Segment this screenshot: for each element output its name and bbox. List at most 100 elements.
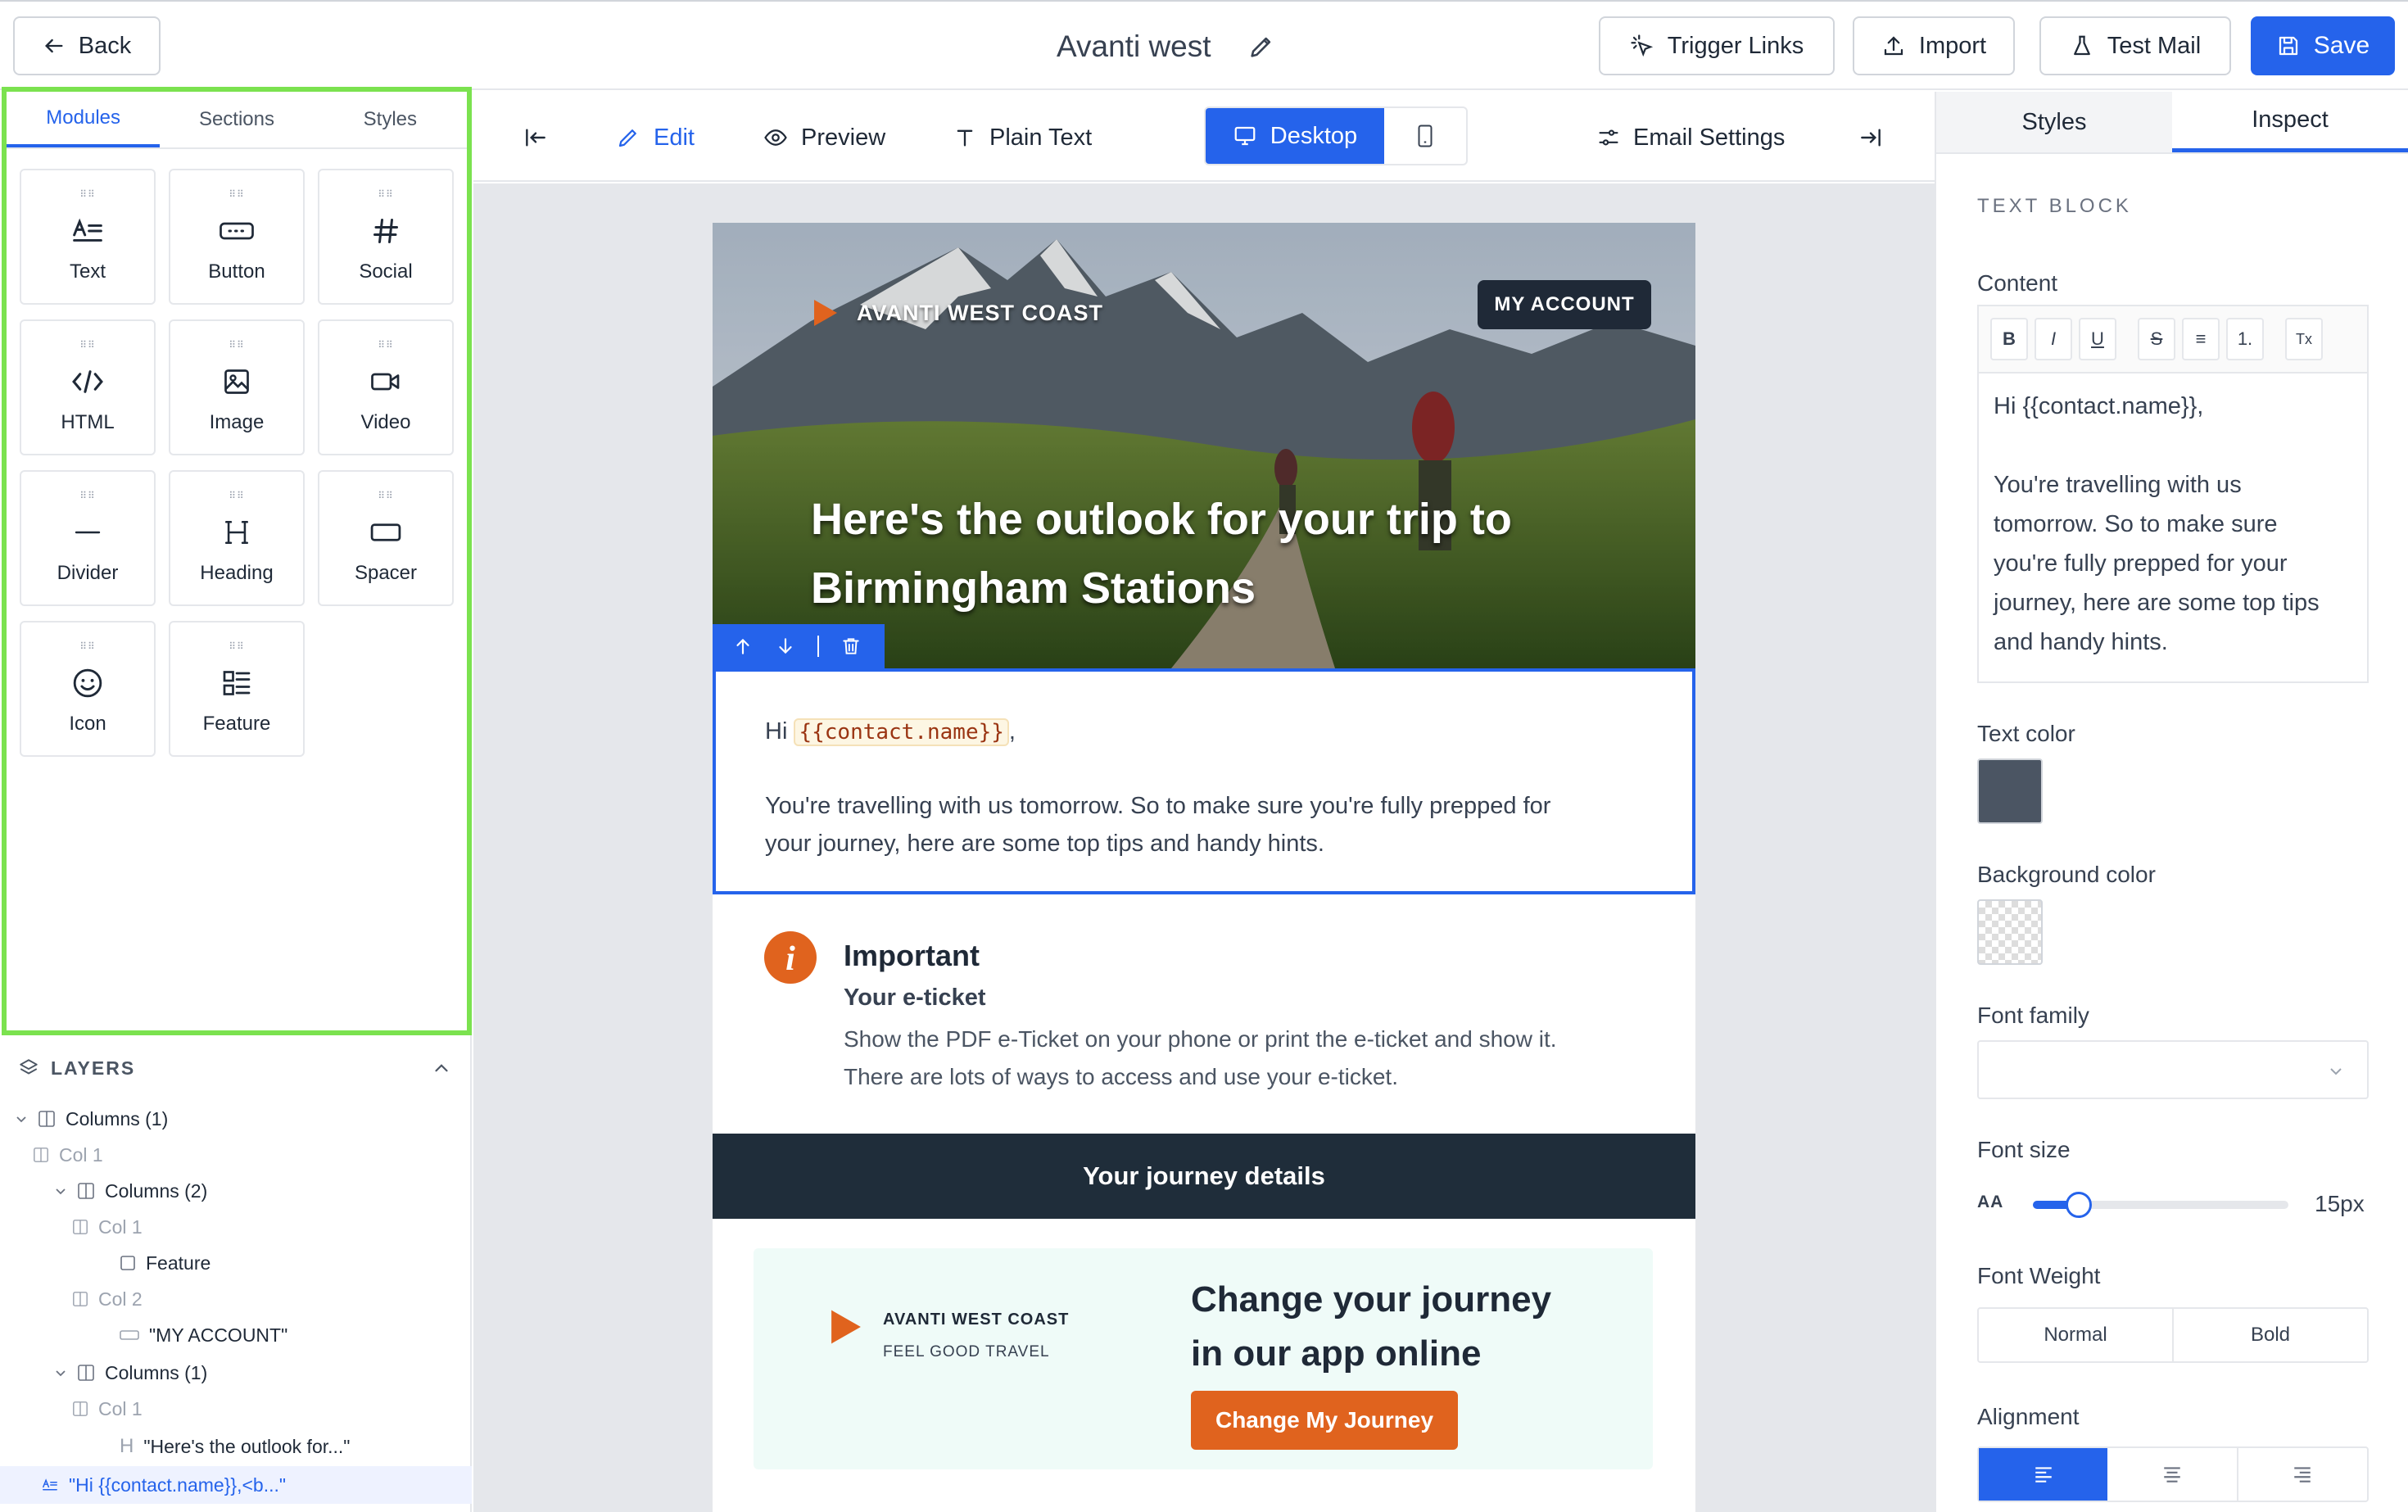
- chevron-down-icon[interactable]: [54, 1184, 67, 1197]
- module-video[interactable]: ⠿⠿ Video: [318, 319, 454, 455]
- module-divider[interactable]: ⠿⠿ Divider: [20, 470, 156, 606]
- align-center-button[interactable]: [2107, 1448, 2238, 1501]
- plain-text-tab[interactable]: Plain Text: [953, 118, 1092, 157]
- collapse-right-button[interactable]: [1858, 118, 1884, 157]
- top-bar: Back Avanti west Trigger Links Import Te…: [0, 0, 2408, 90]
- align-left-icon: [2035, 1467, 2052, 1483]
- module-feature[interactable]: ⠿⠿ Feature: [169, 621, 305, 757]
- import-button[interactable]: Import: [1853, 16, 2015, 75]
- chevron-up-icon[interactable]: [431, 1057, 452, 1079]
- content-line: [1994, 426, 2352, 465]
- edit-tab[interactable]: Edit: [616, 118, 695, 157]
- email-settings-button[interactable]: Email Settings: [1597, 118, 1785, 157]
- module-heading[interactable]: ⠿⠿ Heading: [169, 470, 305, 606]
- save-button[interactable]: Save: [2251, 16, 2395, 75]
- module-label: Feature: [202, 713, 271, 735]
- underline-button[interactable]: U: [2079, 318, 2116, 360]
- hero-section[interactable]: AVANTI WEST COAST MY ACCOUNT Here's the …: [713, 223, 1695, 668]
- mobile-view-button[interactable]: [1384, 108, 1466, 164]
- layer-my-account-button[interactable]: "MY ACCOUNT": [120, 1319, 287, 1351]
- tab-styles-right[interactable]: Styles: [1936, 92, 2172, 152]
- layer-feature[interactable]: Feature: [120, 1247, 210, 1279]
- arrow-down-icon[interactable]: [775, 636, 796, 657]
- module-button[interactable]: ⠿⠿ Button: [169, 169, 305, 305]
- layer-columns-1-second[interactable]: Columns (1): [54, 1356, 207, 1389]
- italic-button[interactable]: I: [2035, 318, 2072, 360]
- bold-button[interactable]: B: [1990, 318, 2028, 360]
- layer-col-1-third[interactable]: Col 1: [72, 1392, 143, 1425]
- align-left-button[interactable]: [1979, 1448, 2108, 1501]
- chevron-down-icon[interactable]: [54, 1366, 67, 1379]
- bullet-list-button[interactable]: ≡: [2182, 318, 2220, 360]
- layer-heading[interactable]: H "Here's the outlook for...": [120, 1430, 350, 1463]
- important-title: Important: [844, 939, 980, 972]
- weight-bold-button[interactable]: Bold: [2174, 1309, 2367, 1361]
- preview-tab[interactable]: Preview: [763, 118, 885, 157]
- tab-inspect[interactable]: Inspect: [2172, 92, 2408, 152]
- drag-grip-icon: ⠿⠿: [378, 339, 394, 351]
- back-button[interactable]: Back: [13, 16, 161, 75]
- module-label: Button: [208, 260, 265, 283]
- collapse-left-button[interactable]: [523, 118, 549, 157]
- background-color-swatch[interactable]: [1977, 899, 2043, 965]
- module-spacer[interactable]: ⠿⠿ Spacer: [318, 470, 454, 606]
- spacer-icon: [370, 523, 401, 541]
- desktop-view-button[interactable]: Desktop: [1206, 108, 1384, 164]
- email-settings-label: Email Settings: [1633, 124, 1786, 151]
- change-my-journey-button[interactable]: Change My Journey: [1191, 1391, 1458, 1450]
- layers-header[interactable]: LAYERS: [18, 1052, 452, 1084]
- clear-format-button[interactable]: Tx: [2285, 318, 2323, 360]
- layer-col-1[interactable]: Col 1: [33, 1139, 103, 1171]
- my-account-button[interactable]: MY ACCOUNT: [1478, 280, 1651, 329]
- layer-columns-1[interactable]: Columns (1): [15, 1102, 168, 1135]
- trash-icon[interactable]: [840, 636, 862, 657]
- module-label: Divider: [57, 562, 119, 584]
- layer-label: Col 2: [98, 1288, 143, 1310]
- hero-brand-text: AVANTI WEST COAST: [857, 300, 1103, 325]
- document-title-area: Avanti west: [1057, 26, 1286, 67]
- smiley-icon: [73, 668, 102, 698]
- text-block-icon: [43, 1478, 57, 1491]
- greeting-suffix: ,: [1008, 718, 1016, 745]
- numbered-list-button[interactable]: 1.: [2226, 318, 2264, 360]
- important-line-1: Show the PDF e-Ticket on your phone or p…: [844, 1026, 1557, 1052]
- font-size-slider-handle[interactable]: [2066, 1192, 2092, 1218]
- module-icon[interactable]: ⠿⠿ Icon: [20, 621, 156, 757]
- pencil-icon[interactable]: [1247, 33, 1275, 61]
- block-action-toolbar: [713, 624, 885, 668]
- align-right-icon: [2294, 1467, 2311, 1483]
- strikethrough-button[interactable]: S: [2138, 318, 2175, 360]
- eye-icon: [764, 129, 787, 146]
- selected-text-block[interactable]: Hi {{contact.name}}, You're travelling w…: [713, 668, 1695, 894]
- font-family-select[interactable]: [1977, 1040, 2369, 1099]
- floppy-disk-icon: [2279, 36, 2297, 56]
- module-social[interactable]: ⠿⠿ Social: [318, 169, 454, 305]
- module-image[interactable]: ⠿⠿ Image: [169, 319, 305, 455]
- columns-icon: [78, 1365, 94, 1381]
- left-panel-tabs: Modules Sections Styles: [7, 92, 467, 149]
- layer-col-2[interactable]: Col 2: [72, 1283, 143, 1315]
- content-editor[interactable]: Hi {{contact.name}}, You're travelling w…: [1977, 372, 2369, 683]
- layer-text-selected[interactable]: "Hi {{contact.name}},<b...": [41, 1469, 286, 1501]
- arrow-up-icon[interactable]: [732, 636, 754, 657]
- monitor-icon: [1234, 126, 1256, 146]
- video-camera-icon: [371, 373, 400, 391]
- tab-styles[interactable]: Styles: [314, 92, 467, 147]
- greeting-prefix: Hi: [765, 718, 788, 745]
- test-mail-button[interactable]: Test Mail: [2039, 16, 2231, 75]
- module-label: Icon: [69, 713, 106, 735]
- font-size-slider[interactable]: [2033, 1192, 2288, 1218]
- text-color-swatch[interactable]: [1977, 758, 2043, 824]
- align-right-button[interactable]: [2238, 1448, 2367, 1501]
- app-promo-box[interactable]: AVANTI WEST COAST FEEL GOOD TRAVEL Chang…: [754, 1248, 1653, 1469]
- weight-normal-button[interactable]: Normal: [1979, 1309, 2174, 1361]
- layer-col-1-nested[interactable]: Col 1: [72, 1211, 143, 1243]
- module-html[interactable]: ⠿⠿ HTML: [20, 319, 156, 455]
- tab-modules[interactable]: Modules: [7, 92, 161, 147]
- module-text[interactable]: ⠿⠿ Text: [20, 169, 156, 305]
- tab-sections[interactable]: Sections: [160, 92, 313, 147]
- chevron-down-icon[interactable]: [15, 1112, 28, 1125]
- trigger-links-button[interactable]: Trigger Links: [1599, 16, 1835, 75]
- desktop-label: Desktop: [1270, 122, 1358, 149]
- layer-columns-2[interactable]: Columns (2): [54, 1175, 207, 1207]
